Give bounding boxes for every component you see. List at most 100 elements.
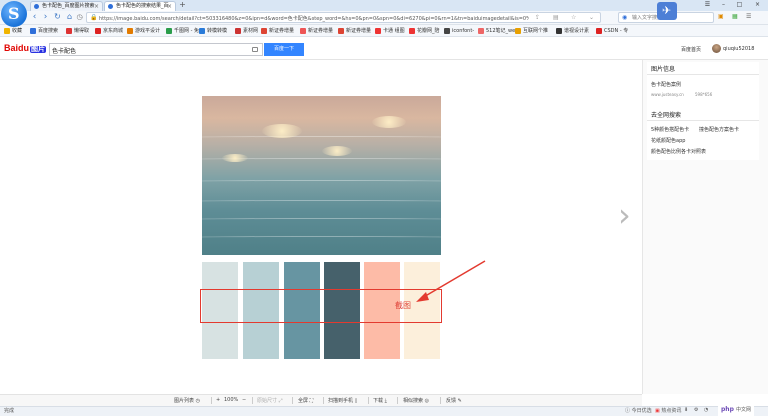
downloads-icon[interactable]: ▦ — [732, 13, 738, 20]
tab-close-icon[interactable]: × — [94, 2, 99, 11]
bookmark-item[interactable]: 千图网 - 免 — [166, 27, 199, 35]
bookmark-item[interactable]: 懒得取 — [66, 27, 89, 35]
related-link[interactable]: 5种颜色搭配色卡 — [651, 126, 689, 133]
camera-icon: ◎ — [424, 398, 429, 404]
resize-icon: ⤢ — [278, 398, 283, 404]
bookmark-item[interactable]: 花瓣网_陪 — [409, 27, 440, 35]
bookmark-item[interactable]: 新证券增量 — [338, 27, 371, 35]
wave-line — [202, 236, 441, 239]
next-image-icon[interactable]: › — [618, 199, 631, 231]
bookmark-icon — [66, 28, 72, 34]
share-icon[interactable]: ⇪ — [535, 14, 540, 21]
close-window-icon[interactable]: × — [752, 0, 763, 11]
tab-image-search[interactable]: 色卡配色_百度图片搜索 × — [30, 1, 103, 11]
clock-icon: ◷ — [195, 398, 200, 404]
bookmark-item[interactable]: 素材网 — [235, 27, 258, 35]
fullscreen-button[interactable]: 全屏 ⛶ — [298, 397, 313, 404]
bookmark-item[interactable]: 转模转模 — [199, 27, 227, 35]
image-source[interactable]: www.justeasy.cn — [651, 92, 684, 97]
status-icon-button[interactable]: ◔ — [704, 407, 708, 413]
reader-icon[interactable]: ▤ — [553, 14, 559, 21]
bookmark-icon — [409, 28, 415, 34]
tab-detail[interactable]: 色卡配色的搜索结果_百 × — [104, 1, 176, 11]
browser-logo-icon[interactable]: S — [1, 1, 27, 27]
fullscreen-icon: ⛶ — [309, 398, 314, 404]
home-icon[interactable]: ⌂ — [65, 12, 74, 23]
baidu-logo[interactable]: Baidu 图片 — [4, 43, 47, 54]
extension-icon[interactable]: ▣ — [718, 13, 724, 20]
username[interactable]: qiuqiu52018 — [723, 46, 754, 52]
wave-line — [202, 218, 441, 221]
star-icon[interactable]: ☆ — [571, 14, 576, 21]
bookmark-item[interactable]: 互联网个推 — [515, 27, 548, 35]
original-size-button[interactable]: 原始尺寸 ⤢ — [257, 397, 283, 404]
scan-to-phone-button[interactable]: 扫描到手机 ▯ — [328, 397, 357, 404]
bookmark-item[interactable]: 百度搜索 — [30, 27, 58, 35]
baidu-home-link[interactable]: 百度首页 — [681, 46, 701, 53]
bookmark-item[interactable]: 京东商城 — [95, 27, 123, 35]
star-icon — [4, 28, 10, 34]
baidu-search-button[interactable]: 百度一下 — [264, 43, 304, 56]
extension-bird-icon[interactable]: ✈ — [657, 2, 677, 20]
url-text: https://image.baidu.com/search/detail?ct… — [99, 16, 529, 22]
tab-close-icon[interactable]: × — [167, 2, 172, 11]
sun-glint — [262, 124, 302, 138]
image-search-box[interactable] — [49, 43, 263, 56]
bookmark-item[interactable]: 512笔记_we — [478, 27, 515, 35]
watermark-badge: php 中文网 — [718, 404, 754, 416]
bookmark-icon — [235, 28, 241, 34]
menu-icon[interactable]: ☰ — [702, 0, 713, 11]
bookmark-icon — [338, 28, 344, 34]
bookmark-item[interactable]: 谱视设计素 — [556, 27, 589, 35]
bookmark-item[interactable]: 新证券增量 — [261, 27, 294, 35]
new-tab-button[interactable]: + — [178, 1, 187, 9]
dropdown-icon[interactable]: ⌄ — [589, 14, 594, 21]
maximize-icon[interactable]: □ — [734, 0, 745, 11]
related-link[interactable]: 花纸颜配色app — [651, 137, 685, 144]
news-icon: ▣ — [655, 408, 660, 414]
wave-line — [202, 136, 441, 139]
back-icon[interactable]: ‹ — [30, 12, 39, 23]
image-title[interactable]: 色卡配色案例 — [651, 81, 681, 88]
camera-icon[interactable] — [252, 47, 258, 52]
bookmark-icon — [199, 28, 205, 34]
download-button[interactable]: 下载 ⤓ — [373, 397, 387, 404]
status-icon-button[interactable]: ⬇ — [684, 407, 688, 413]
zoom-out-icon[interactable]: + — [216, 397, 220, 403]
related-link[interactable]: 颜色配色比例各卡对照表 — [651, 148, 706, 155]
bookmark-icon — [375, 28, 381, 34]
avatar[interactable] — [712, 44, 721, 53]
image-list-button[interactable]: 图片列表 ◷ — [174, 397, 200, 404]
sun-glint — [372, 116, 406, 128]
status-icon-button[interactable]: ⚙ — [694, 407, 698, 413]
bookmark-item[interactable]: iconfont- — [444, 27, 474, 35]
bookmark-item[interactable]: 收藏 — [4, 27, 22, 35]
bookmark-item[interactable]: 卡通 组图 — [375, 27, 405, 35]
bookmark-icon — [556, 28, 562, 34]
bookmark-icon — [166, 28, 172, 34]
minimize-icon[interactable]: – — [718, 0, 729, 11]
forward-icon[interactable]: › — [41, 12, 50, 23]
history-icon[interactable]: ◷ — [75, 12, 84, 23]
url-field[interactable]: 🔒 https://image.baidu.com/search/detail?… — [86, 12, 601, 23]
bookmark-icon — [127, 28, 133, 34]
baidu-tab-icon — [108, 4, 113, 9]
feedback-button[interactable]: 反馈 ✎ — [446, 397, 462, 404]
bookmark-icon — [444, 28, 450, 34]
related-link[interactable]: 撞色配色方案色卡 — [699, 126, 739, 133]
more-menu-icon[interactable]: ☰ — [746, 13, 751, 20]
similar-search-button[interactable]: 相似搜索 ◎ — [403, 397, 429, 404]
bookmark-item[interactable]: CSDN - 专 — [596, 27, 628, 35]
image-search-input[interactable] — [52, 46, 242, 54]
annotation-label: 截图 — [395, 301, 411, 310]
bookmark-item[interactable]: 新证券增量 — [300, 27, 333, 35]
bookmark-item[interactable]: 游戏平设计 — [127, 27, 160, 35]
main-photo[interactable] — [202, 96, 441, 255]
status-item[interactable]: ▣ 热点资讯 — [655, 407, 681, 414]
bookmark-icon — [30, 28, 36, 34]
tab-label: 色卡配色_百度图片搜索 — [42, 3, 95, 9]
status-item[interactable]: ⓘ 今日优选 — [625, 407, 652, 414]
refresh-icon[interactable]: ↻ — [53, 12, 62, 23]
bookmark-icon — [95, 28, 101, 34]
zoom-in-icon[interactable]: − — [242, 397, 246, 403]
